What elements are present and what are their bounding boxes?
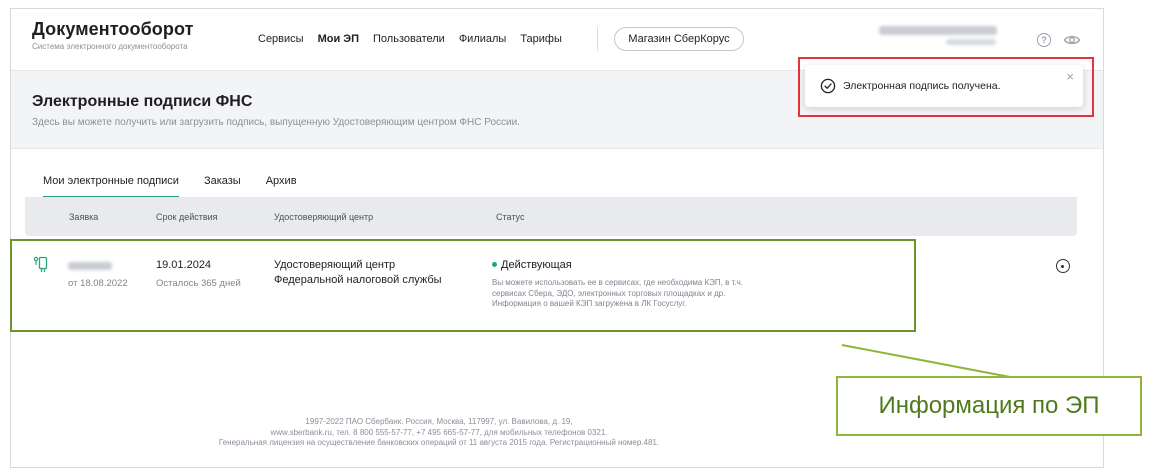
column-header-ca: Удостоверяющий центр	[274, 212, 374, 222]
tab-my-signatures[interactable]: Мои электронные подписи	[43, 175, 179, 198]
help-icon[interactable]: ?	[1037, 33, 1051, 47]
callout-label: Информация по ЭП	[836, 376, 1142, 436]
nav-divider	[597, 27, 598, 51]
store-button[interactable]: Магазин СберКорус	[614, 27, 744, 51]
page-description: Здесь вы можете получить или загрузить п…	[32, 117, 520, 128]
row-highlight-frame	[10, 239, 916, 332]
nav-item-tariffs[interactable]: Тарифы	[520, 33, 562, 45]
table-header: Заявка Срок действия Удостоверяющий цент…	[25, 198, 1077, 236]
tab-orders[interactable]: Заказы	[204, 175, 241, 198]
footer-line: Генеральная лицензия на осуществление ба…	[218, 438, 660, 447]
footer-line: www.sberbank.ru, тел. 8 800 555-57-77, +…	[270, 427, 608, 437]
footer-line: 1997-2022 ПАО Сбербанк. Россия, Москва, …	[305, 417, 573, 426]
nav-item-users[interactable]: Пользователи	[373, 33, 445, 45]
user-id-blurred	[946, 39, 996, 45]
brand-title: Документооборот	[32, 19, 194, 39]
brand-subtitle: Система электронного документооборота	[32, 42, 188, 51]
row-menu-icon[interactable]	[1056, 259, 1070, 273]
main-nav: Сервисы Мои ЭП Пользователи Филиалы Тари…	[258, 33, 576, 45]
tabs: Мои электронные подписи Заказы Архив	[43, 175, 322, 198]
tab-archive[interactable]: Архив	[266, 175, 297, 198]
nav-item-branches[interactable]: Филиалы	[459, 33, 507, 45]
brand-logo[interactable]: Документооборот Система электронного док…	[32, 19, 194, 51]
column-header-validity: Срок действия	[156, 212, 218, 222]
toast-notification: Электронная подпись получена. ×	[805, 65, 1083, 107]
column-header-request: Заявка	[69, 212, 99, 222]
toast-message: Электронная подпись получена.	[843, 80, 1001, 92]
nav-item-services[interactable]: Сервисы	[258, 33, 304, 45]
check-circle-icon	[820, 78, 836, 94]
footer: 1997-2022 ПАО Сбербанк. Россия, Москва, …	[11, 417, 867, 449]
column-header-status: Статус	[496, 212, 525, 222]
eye-icon[interactable]	[1063, 31, 1081, 49]
close-icon[interactable]: ×	[1066, 70, 1074, 83]
user-name-blurred[interactable]	[879, 26, 997, 35]
nav-item-my-signatures[interactable]: Мои ЭП	[318, 33, 359, 45]
page-title: Электронные подписи ФНС	[32, 93, 253, 110]
